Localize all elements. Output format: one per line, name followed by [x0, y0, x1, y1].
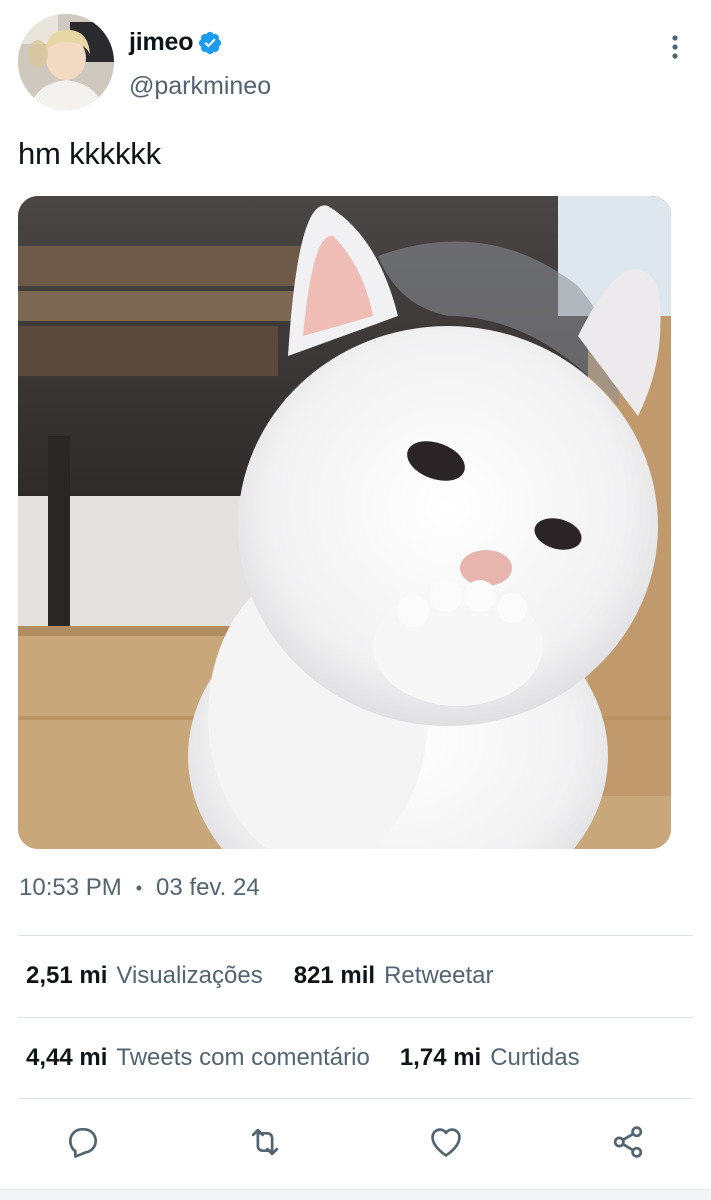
white-kitten-photo-icon — [18, 196, 671, 849]
quotes-count: 4,44 mi — [26, 1044, 108, 1071]
retweets-label: Retweetar — [384, 962, 494, 989]
bottom-edge — [0, 1189, 711, 1200]
retweet-button[interactable] — [241, 1118, 289, 1166]
views-count: 2,51 mi — [26, 962, 108, 989]
tweet-text: hm kkkkkk — [18, 136, 161, 171]
quotes-stat[interactable]: 4,44 mi Tweets com comentário — [26, 1044, 370, 1072]
views-stat[interactable]: 2,51 mi Visualizações — [26, 962, 263, 990]
reply-icon — [68, 1127, 98, 1158]
like-button[interactable] — [422, 1118, 470, 1166]
likes-stat[interactable]: 1,74 mi Curtidas — [400, 1044, 580, 1072]
retweet-icon — [251, 1128, 279, 1156]
tweet-header: jimeo @parkmineo — [18, 14, 693, 114]
likes-count: 1,74 mi — [399, 1044, 482, 1071]
tweet-time: 10:53 PM — [19, 874, 122, 901]
display-name[interactable]: jimeo — [129, 28, 193, 57]
avatar[interactable] — [18, 14, 114, 110]
separator-dot: • — [135, 877, 143, 898]
retweets-count: 821 mil — [293, 962, 376, 989]
share-icon — [613, 1126, 643, 1158]
divider — [18, 935, 693, 936]
verified-badge-icon — [197, 30, 223, 56]
tweet-date: 03 fev. 24 — [156, 874, 260, 901]
reply-button[interactable] — [59, 1118, 107, 1166]
divider — [18, 1098, 693, 1099]
views-label: Visualizações — [116, 962, 263, 989]
quotes-label: Tweets com comentário — [116, 1044, 370, 1071]
retweets-stat[interactable]: 821 mil Retweetar — [294, 962, 494, 990]
likes-label: Curtidas — [490, 1044, 580, 1071]
more-options-icon[interactable] — [667, 32, 683, 62]
stats-row-1: 2,51 mi Visualizações 821 mil Retweetar — [26, 962, 493, 990]
stats-row-2: 4,44 mi Tweets com comentário 1,74 mi Cu… — [26, 1044, 580, 1072]
tweet-media[interactable] — [18, 196, 671, 849]
name-row: jimeo — [129, 28, 223, 57]
tweet-timestamp[interactable]: 10:53 PM • 03 fev. 24 — [19, 874, 260, 902]
action-bar — [0, 1118, 711, 1166]
divider — [18, 1017, 693, 1018]
share-button[interactable] — [604, 1118, 652, 1166]
user-handle[interactable]: @parkmineo — [129, 72, 271, 101]
profile-photo-icon — [18, 14, 114, 110]
like-icon — [431, 1128, 461, 1157]
